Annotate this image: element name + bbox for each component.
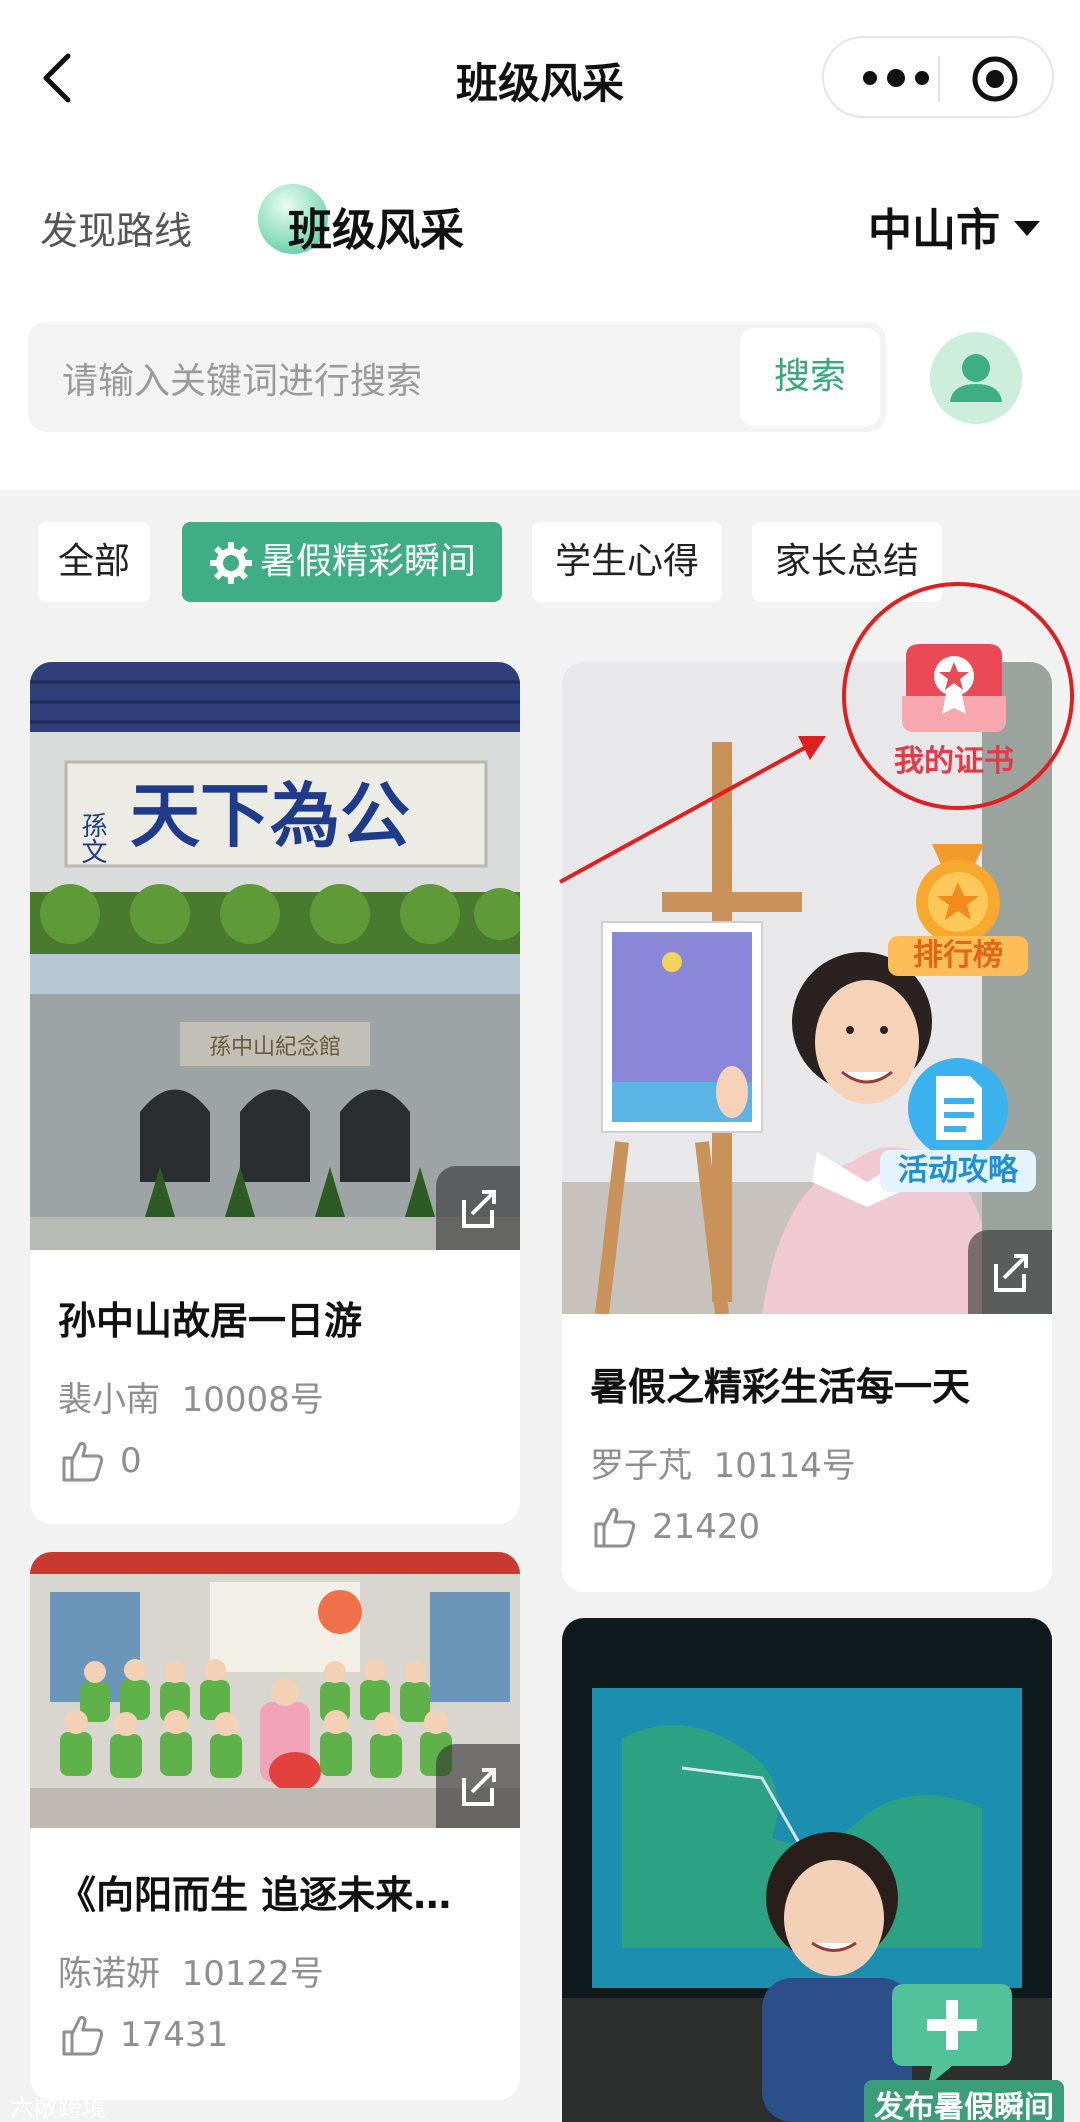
my-certificate-button[interactable]: 我的证书: [876, 636, 1032, 779]
thumbs-up-icon: [62, 2016, 104, 2056]
certificate-icon: [902, 644, 1006, 732]
thumbs-up-icon: [594, 1508, 636, 1548]
tab-discover-routes[interactable]: 发现路线: [40, 200, 192, 255]
post-author: 罗子芃 10114号: [590, 1438, 856, 1487]
medal-icon: [916, 844, 1000, 944]
post-image: [30, 1552, 520, 1828]
chip-summer-moments[interactable]: 暑假精彩瞬间: [182, 522, 502, 602]
publish-label: 发布暑假瞬间: [864, 2080, 1064, 2122]
header: 班级风采 发现路线 班级风采 中山市 请输入关键词进行搜索 搜索: [0, 0, 1080, 490]
chip-student-notes[interactable]: 学生心得: [532, 522, 722, 602]
thumbs-up-icon: [62, 1442, 104, 1482]
chip-all[interactable]: 全部: [38, 522, 150, 602]
author-number: 10008号: [181, 1380, 324, 1420]
post-title: 《向阳而生 追逐未来…: [58, 1873, 452, 1917]
ranking-button[interactable]: 排行榜: [886, 840, 1030, 980]
memorial-hall-photo: 天下為公 孫文 孫中山紀念館: [30, 662, 520, 1250]
author-name: 陈诺妍: [58, 1954, 160, 1994]
share-button[interactable]: [436, 1744, 520, 1828]
like-button[interactable]: 21420: [592, 1504, 760, 1550]
add-chat-icon: [892, 1984, 1012, 2086]
share-button[interactable]: [436, 1166, 520, 1250]
like-count: 0: [120, 1441, 142, 1481]
post-title: 暑假之精彩生活每一天: [590, 1365, 971, 1409]
author-name: 罗子芃: [590, 1446, 692, 1486]
post-author: 裴小南 10008号: [58, 1372, 324, 1421]
activity-guide-button[interactable]: 活动攻略: [880, 1052, 1036, 1192]
chip-summer-moments-label: 暑假精彩瞬间: [259, 541, 476, 582]
author-number: 10114号: [713, 1446, 856, 1486]
photo-signature: 孫文: [77, 812, 107, 864]
author-number: 10122号: [181, 1954, 324, 1994]
post-image: 天下為公 孫文 孫中山紀念館: [30, 662, 520, 1250]
photo-hall-name: 孫中山紀念館: [209, 1035, 341, 1060]
like-button[interactable]: 0: [60, 1438, 142, 1484]
search-button[interactable]: 搜索: [740, 328, 880, 426]
tab-class-style-label: 班级风采: [288, 205, 464, 256]
document-icon: [908, 1058, 1008, 1158]
like-count: 17431: [120, 2015, 229, 2055]
ranking-label: 排行榜: [888, 936, 1028, 976]
post-card[interactable]: 《向阳而生 追逐未来… 陈诺妍 10122号 17431: [30, 1552, 520, 2100]
filter-chips: 全部 暑假精彩瞬间 学生心得 家长总结: [0, 522, 1080, 602]
search-input[interactable]: 请输入关键词进行搜索: [62, 352, 422, 404]
caret-down-icon: [1014, 220, 1040, 236]
more-dots-icon[interactable]: [852, 58, 942, 98]
activity-guide-label: 活动攻略: [880, 1150, 1036, 1192]
top-tabs: 发现路线 班级风采 中山市: [0, 180, 1080, 270]
share-icon: [462, 1768, 496, 1806]
chip-parent-summary[interactable]: 家长总结: [752, 522, 942, 602]
capsule-divider: [938, 56, 940, 102]
city-label: 中山市: [868, 205, 1000, 256]
watermark: 六敞跨境: [10, 2094, 106, 2122]
user-icon: [950, 354, 1002, 402]
share-icon: [994, 1254, 1028, 1292]
photo-inscription: 天下為公: [130, 774, 410, 857]
nav-bar: 班级风采: [0, 28, 1080, 128]
mini-program-capsule: [822, 36, 1054, 118]
like-count: 21420: [652, 1507, 761, 1547]
post-author: 陈诺妍 10122号: [58, 1946, 324, 1995]
author-name: 裴小南: [58, 1380, 160, 1420]
post-title: 孙中山故居一日游: [58, 1299, 363, 1343]
share-icon: [462, 1190, 496, 1228]
target-icon[interactable]: [970, 54, 1020, 104]
search-bar: 请输入关键词进行搜索 搜索: [28, 322, 886, 432]
my-certificate-label: 我的证书: [894, 744, 1014, 779]
gear-icon: [209, 542, 252, 584]
profile-button[interactable]: [930, 332, 1022, 424]
like-button[interactable]: 17431: [60, 2012, 228, 2058]
city-selector[interactable]: 中山市: [868, 194, 1040, 258]
post-card[interactable]: 天下為公 孫文 孫中山紀念館 孙中山故居一日游 裴小南 10008号 0: [30, 662, 520, 1524]
share-button[interactable]: [968, 1230, 1052, 1314]
